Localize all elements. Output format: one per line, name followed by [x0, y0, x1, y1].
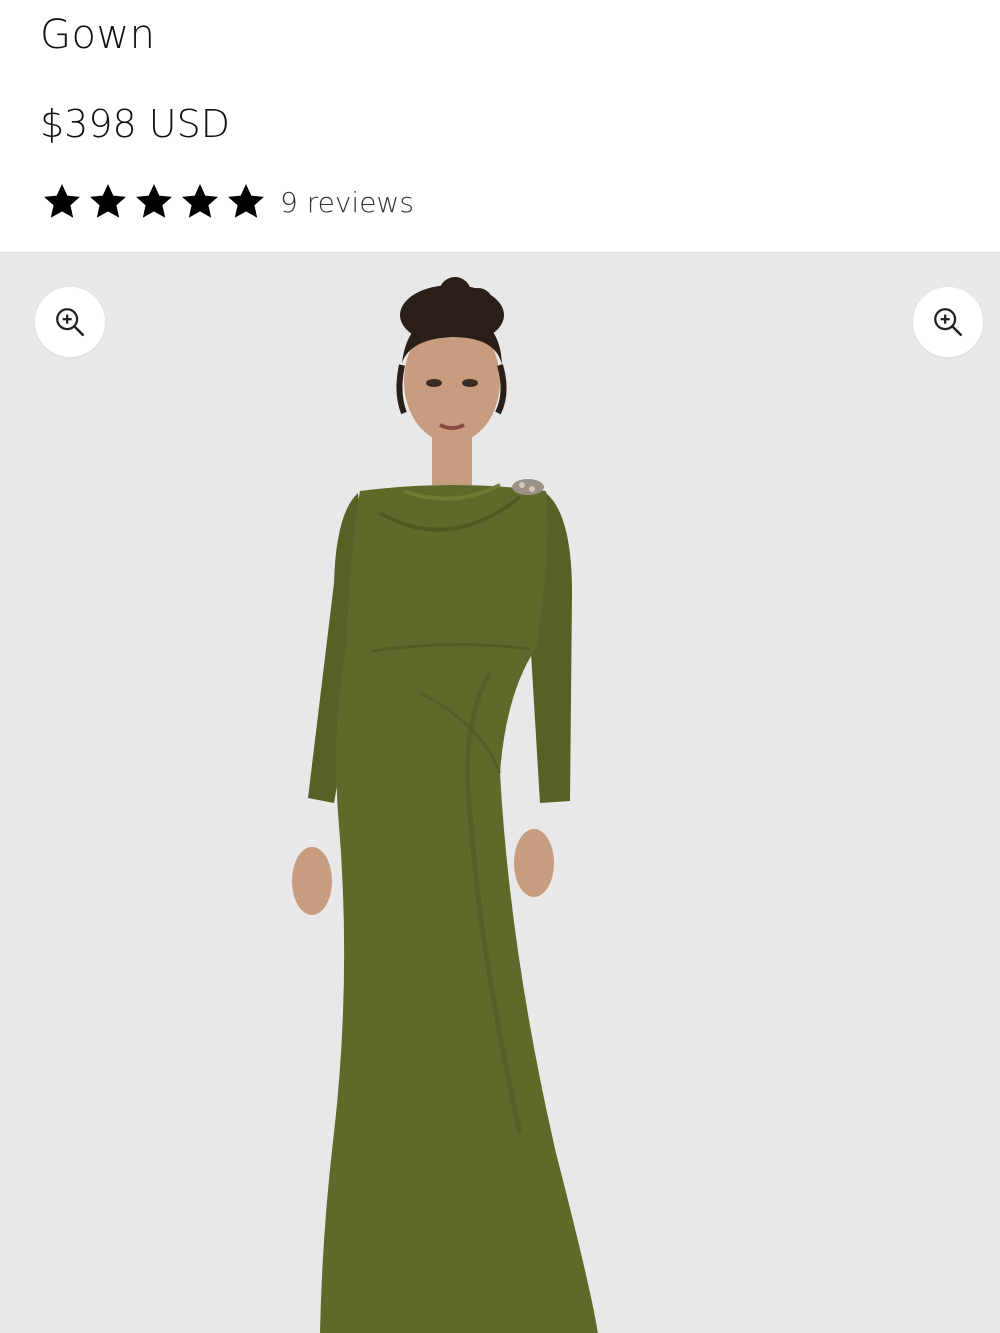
zoom-in-icon: [934, 308, 963, 337]
reviews-link[interactable]: 9 reviews: [280, 186, 414, 219]
star-icon: [90, 184, 126, 218]
rating-row: 9 reviews: [40, 178, 414, 226]
zoom-in-button[interactable]: [913, 287, 983, 357]
product-image: [292, 277, 598, 1333]
zoom-in-icon: [56, 308, 85, 337]
star-icon: [182, 184, 218, 218]
star-icon: [228, 184, 264, 218]
product-title: Gown: [40, 12, 156, 58]
product-price: $398 USD: [40, 102, 230, 146]
zoom-in-button[interactable]: [35, 287, 105, 357]
product-info: Gown $398 USD 9 reviews: [0, 0, 1000, 252]
star-rating[interactable]: [40, 180, 268, 224]
star-icon: [136, 184, 172, 218]
product-image-gallery[interactable]: [0, 252, 1000, 1333]
star-icon: [44, 184, 80, 218]
